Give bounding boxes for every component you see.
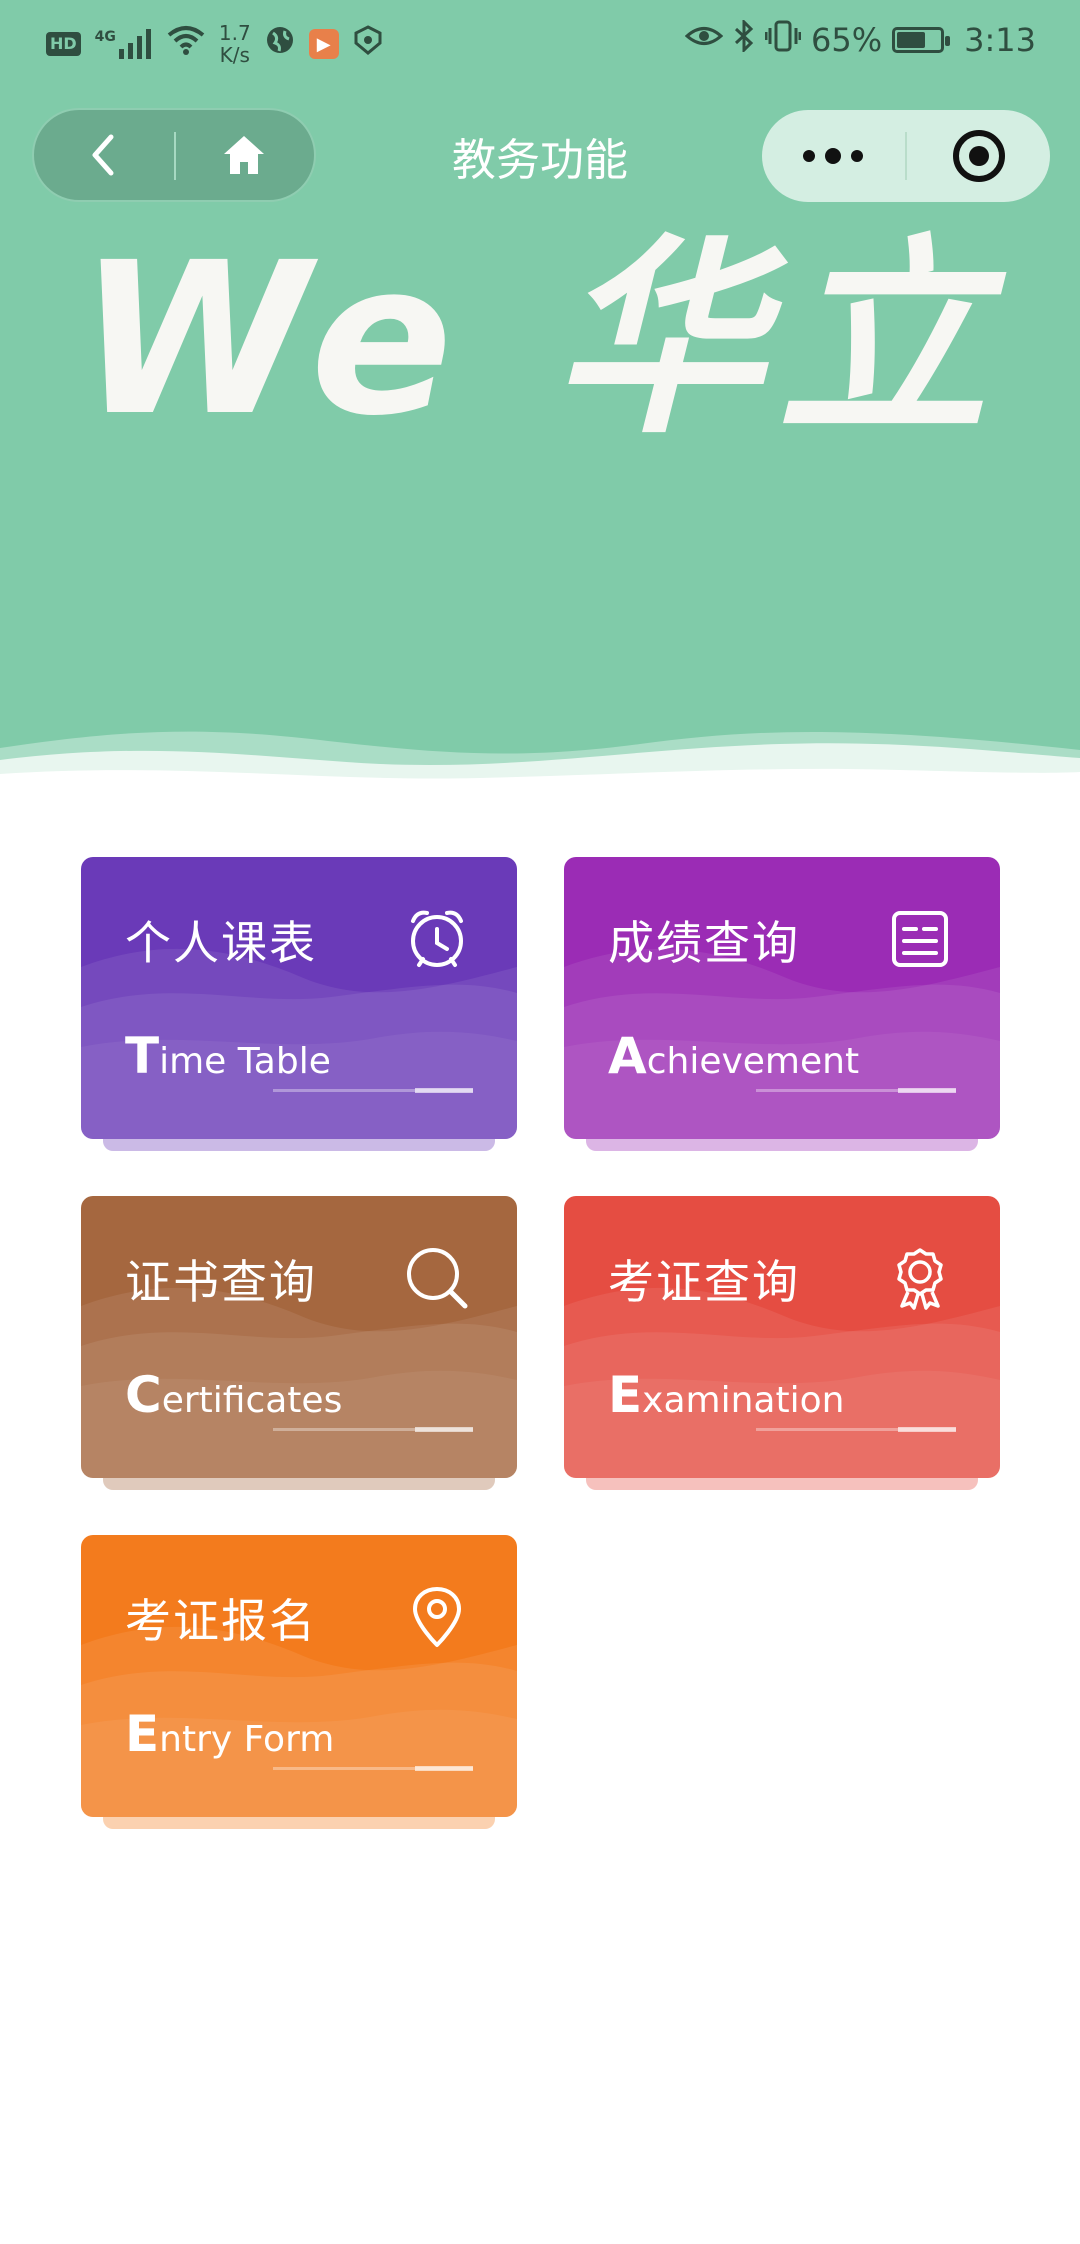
function-card[interactable]: 成绩查询 Achievement bbox=[564, 857, 1000, 1151]
more-button[interactable] bbox=[762, 110, 904, 202]
speed-value: 1.7 bbox=[218, 21, 251, 45]
more-dots-icon bbox=[803, 148, 863, 164]
card-subtitle-initial: E bbox=[125, 1705, 160, 1763]
card-subtitle: Certificates bbox=[125, 1366, 342, 1424]
card-title: 成绩查询 bbox=[608, 916, 800, 970]
card-subtitle-rest: ertificates bbox=[161, 1380, 343, 1421]
target-close-icon bbox=[953, 130, 1005, 182]
hd-indicator: HD bbox=[46, 32, 81, 56]
card-underline bbox=[756, 1427, 956, 1432]
function-card[interactable]: 考证查询 Examination bbox=[564, 1196, 1000, 1490]
clock-time: 3:13 bbox=[964, 21, 1036, 59]
alarm-clock-icon bbox=[405, 907, 469, 971]
card-underline bbox=[273, 1766, 473, 1771]
card-body: 证书查询 Certificates bbox=[81, 1196, 517, 1478]
card-subtitle-initial: E bbox=[608, 1366, 643, 1424]
card-title: 考证查询 bbox=[608, 1255, 800, 1309]
bluetooth-icon bbox=[733, 18, 755, 60]
card-subtitle: Time Table bbox=[125, 1027, 331, 1085]
wifi-icon bbox=[167, 25, 205, 63]
network-speed: 1.7 K/s bbox=[219, 22, 251, 66]
card-underline bbox=[273, 1427, 473, 1432]
card-subtitle-rest: ime Table bbox=[159, 1041, 331, 1082]
network-type-label: 4G bbox=[94, 29, 116, 45]
network-signal-icon: 4G bbox=[95, 29, 153, 59]
battery-icon bbox=[892, 27, 951, 53]
close-miniprogram-button[interactable] bbox=[908, 110, 1050, 202]
document-list-icon bbox=[888, 907, 952, 971]
card-subtitle-initial: C bbox=[125, 1366, 162, 1424]
miniprogram-capsule bbox=[762, 110, 1050, 202]
location-pin-icon bbox=[405, 1585, 469, 1649]
card-body: 考证报名 Entry Form bbox=[81, 1535, 517, 1817]
card-subtitle-rest: xamination bbox=[642, 1380, 845, 1421]
card-title: 个人课表 bbox=[125, 916, 317, 970]
status-left: HD 4G 1.7 K/s ▶ bbox=[46, 22, 383, 66]
card-body: 成绩查询 Achievement bbox=[564, 857, 1000, 1139]
card-underline bbox=[756, 1088, 956, 1093]
globe-icon bbox=[265, 25, 295, 63]
card-subtitle-rest: chievement bbox=[646, 1041, 860, 1082]
vibrate-icon bbox=[764, 20, 802, 60]
card-subtitle: Examination bbox=[608, 1366, 844, 1424]
card-title: 证书查询 bbox=[125, 1255, 317, 1309]
card-subtitle-initial: T bbox=[125, 1027, 160, 1085]
speed-unit: K/s bbox=[219, 43, 250, 67]
card-body: 考证查询 Examination bbox=[564, 1196, 1000, 1478]
card-title: 考证报名 bbox=[125, 1594, 317, 1648]
search-icon bbox=[405, 1246, 469, 1310]
eye-icon bbox=[684, 21, 724, 59]
function-card[interactable]: 证书查询 Certificates bbox=[81, 1196, 517, 1490]
card-body: 个人课表 Time Table bbox=[81, 857, 517, 1139]
award-ribbon-icon bbox=[888, 1246, 952, 1310]
function-card[interactable]: 考证报名 Entry Form bbox=[81, 1535, 517, 1829]
status-bar: HD 4G 1.7 K/s ▶ 65% 3:13 bbox=[0, 0, 1080, 86]
shield-icon bbox=[353, 25, 383, 63]
function-card[interactable]: 个人课表 Time Table bbox=[81, 857, 517, 1151]
card-subtitle: Achievement bbox=[608, 1027, 859, 1085]
card-subtitle-rest: ntry Form bbox=[159, 1719, 335, 1760]
video-app-icon: ▶ bbox=[308, 29, 339, 59]
capsule-divider bbox=[905, 132, 907, 180]
card-underline bbox=[273, 1088, 473, 1093]
brand-logo: We 华立 bbox=[78, 217, 1002, 462]
card-subtitle: Entry Form bbox=[125, 1705, 334, 1763]
status-right: 65% 3:13 bbox=[684, 18, 1036, 60]
header-wave bbox=[0, 731, 1080, 800]
card-subtitle-initial: A bbox=[608, 1027, 647, 1085]
battery-percentage: 65% bbox=[811, 21, 883, 59]
